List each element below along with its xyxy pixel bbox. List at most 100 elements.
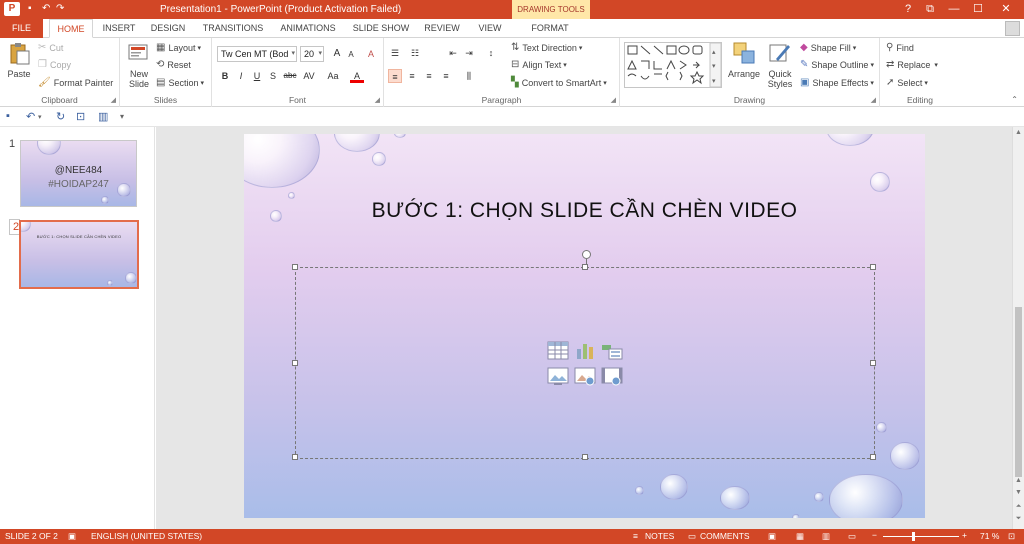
resize-handle[interactable] bbox=[870, 264, 876, 270]
insert-online-picture-icon[interactable] bbox=[574, 367, 596, 386]
current-slide[interactable]: BƯỚC 1: CHỌN SLIDE CẦN CHÈN VIDEO bbox=[244, 134, 925, 518]
tab-file[interactable]: FILE bbox=[0, 19, 43, 38]
tab-design[interactable]: DESIGN bbox=[146, 19, 190, 38]
slide-sorter-icon[interactable]: ▦ bbox=[796, 531, 804, 542]
font-color-button[interactable]: A bbox=[350, 69, 364, 83]
resize-handle[interactable] bbox=[582, 454, 588, 460]
arrange-button[interactable]: Arrange bbox=[726, 41, 762, 79]
avatar[interactable] bbox=[1005, 21, 1020, 36]
character-spacing-button[interactable]: AV bbox=[300, 69, 318, 83]
copy-button[interactable]: ❐ Copy bbox=[38, 59, 71, 70]
resize-handle[interactable] bbox=[870, 454, 876, 460]
quick-styles-button[interactable]: Quick Styles bbox=[762, 41, 798, 89]
tab-review[interactable]: REVIEW bbox=[420, 19, 464, 38]
italic-button[interactable]: I bbox=[234, 69, 248, 83]
help-button[interactable]: ? bbox=[898, 1, 918, 18]
tab-format[interactable]: FORMAT bbox=[525, 19, 575, 38]
vertical-scrollbar[interactable]: ▲ ▲ ▼ ⏶ ⏷ bbox=[1012, 127, 1024, 529]
strikethrough-button[interactable]: abc bbox=[282, 69, 298, 83]
undo-dropdown-icon[interactable]: ▾ bbox=[38, 113, 42, 121]
grow-font-button[interactable]: A bbox=[330, 47, 344, 61]
text-direction-button[interactable]: ⇅ Text Direction ▾ bbox=[511, 42, 582, 53]
tab-insert[interactable]: INSERT bbox=[98, 19, 140, 38]
zoom-slider-thumb[interactable] bbox=[912, 532, 915, 541]
convert-smartart-button[interactable]: ▚ Convert to SmartArt ▾ bbox=[511, 77, 607, 88]
numbering-icon[interactable]: ☷ bbox=[408, 46, 422, 60]
line-spacing-icon[interactable]: ↕ bbox=[484, 46, 498, 60]
zoom-in-icon[interactable]: + bbox=[962, 530, 967, 540]
shapes-gallery[interactable]: ▴ ▾ ▾ bbox=[624, 42, 722, 88]
notes-button[interactable]: NOTES bbox=[645, 531, 674, 541]
reading-view-icon[interactable]: ▥ bbox=[822, 531, 830, 542]
resize-handle[interactable] bbox=[582, 264, 588, 270]
resize-handle[interactable] bbox=[292, 454, 298, 460]
shape-fill-button[interactable]: ◆ Shape Fill ▾ bbox=[800, 42, 856, 53]
layout-button[interactable]: ▦ Layout ▾ bbox=[156, 42, 201, 53]
close-button[interactable]: ✕ bbox=[996, 1, 1016, 18]
dialog-launcher-icon[interactable]: ◢ bbox=[111, 96, 116, 104]
tab-slide-show[interactable]: SLIDE SHOW bbox=[350, 19, 412, 38]
insert-video-icon[interactable] bbox=[601, 367, 623, 386]
tab-transitions[interactable]: TRANSITIONS bbox=[198, 19, 268, 38]
text-shadow-button[interactable]: S bbox=[266, 69, 280, 83]
redo-icon[interactable]: ↷ bbox=[56, 3, 64, 14]
slide-thumbnail-2[interactable]: BƯỚC 1: CHỌN SLIDE CẦN CHÈN VIDEO bbox=[19, 220, 139, 289]
normal-view-icon[interactable]: ▣ bbox=[768, 531, 776, 542]
scroll-down-icon[interactable]: ▼ bbox=[1013, 489, 1024, 501]
save-icon[interactable]: ▪ bbox=[28, 3, 32, 14]
tab-animations[interactable]: ANIMATIONS bbox=[274, 19, 342, 38]
content-placeholder[interactable] bbox=[292, 250, 876, 460]
insert-chart-icon[interactable] bbox=[574, 341, 596, 360]
fit-slide-icon[interactable]: ⊡ bbox=[1008, 531, 1015, 542]
next-slide-icon[interactable]: ⏷ bbox=[1013, 515, 1024, 527]
font-size-dropdown[interactable]: 20 ▾ bbox=[300, 46, 324, 62]
language-indicator[interactable]: ENGLISH (UNITED STATES) bbox=[91, 531, 202, 541]
new-slide-button[interactable]: New Slide bbox=[124, 41, 154, 89]
increase-indent-icon[interactable]: ⇥ bbox=[462, 46, 476, 60]
undo-icon[interactable]: ↶ bbox=[42, 3, 50, 14]
customize-qat-icon[interactable]: ▾ bbox=[120, 112, 124, 121]
undo-icon[interactable]: ↶ bbox=[26, 110, 35, 123]
select-button[interactable]: ➚ Select ▾ bbox=[886, 77, 928, 88]
replace-button[interactable]: ⇄ Replace ▾ bbox=[886, 59, 938, 70]
rotate-handle[interactable] bbox=[582, 250, 591, 259]
align-right-icon[interactable]: ≡ bbox=[422, 69, 436, 83]
resize-handle[interactable] bbox=[292, 264, 298, 270]
scrollbar-thumb[interactable] bbox=[1015, 307, 1022, 477]
decrease-indent-icon[interactable]: ⇤ bbox=[446, 46, 460, 60]
align-text-button[interactable]: ⊟ Align Text ▾ bbox=[511, 59, 567, 70]
maximize-button[interactable]: ☐ bbox=[968, 1, 988, 18]
insert-picture-icon[interactable] bbox=[547, 367, 569, 386]
tab-view[interactable]: VIEW bbox=[472, 19, 508, 38]
shrink-font-button[interactable]: A bbox=[344, 48, 358, 62]
cut-button[interactable]: ✂ Cut bbox=[38, 42, 63, 53]
change-case-button[interactable]: Aa bbox=[324, 69, 342, 83]
slide-thumbnail-1[interactable]: @NEE484 #HOIDAP247 bbox=[20, 140, 137, 207]
zoom-slider[interactable] bbox=[883, 536, 959, 537]
underline-button[interactable]: U bbox=[250, 69, 264, 83]
slide-show-icon[interactable]: ▭ bbox=[848, 531, 856, 542]
spell-check-icon[interactable]: ▣ bbox=[68, 531, 76, 542]
collapse-ribbon-icon[interactable]: ⌃ bbox=[1011, 95, 1018, 104]
find-button[interactable]: ⚲ Find bbox=[886, 42, 914, 53]
font-name-dropdown[interactable]: Tw Cen MT (Bod ▾ bbox=[217, 46, 297, 62]
insert-smartart-icon[interactable] bbox=[601, 341, 623, 360]
resize-handle[interactable] bbox=[292, 360, 298, 366]
redo-icon[interactable]: ↻ bbox=[56, 110, 65, 123]
insert-table-icon[interactable] bbox=[547, 341, 569, 360]
align-left-icon[interactable]: ≡ bbox=[388, 69, 402, 83]
minimize-button[interactable]: — bbox=[944, 1, 964, 18]
previous-slide-icon[interactable]: ⏶ bbox=[1013, 503, 1024, 515]
dialog-launcher-icon[interactable]: ◢ bbox=[871, 96, 876, 104]
paste-button[interactable]: Paste bbox=[4, 41, 34, 79]
slide-title[interactable]: BƯỚC 1: CHỌN SLIDE CẦN CHÈN VIDEO bbox=[244, 199, 925, 223]
touch-mode-icon[interactable]: ▥ bbox=[98, 110, 108, 123]
bold-button[interactable]: B bbox=[218, 69, 232, 83]
justify-icon[interactable]: ≡ bbox=[439, 69, 453, 83]
dialog-launcher-icon[interactable]: ◢ bbox=[375, 96, 380, 104]
ribbon-display-options-button[interactable]: ⧉ bbox=[920, 1, 940, 18]
comments-button[interactable]: COMMENTS bbox=[700, 531, 750, 541]
section-button[interactable]: ▤ Section ▾ bbox=[156, 77, 204, 88]
zoom-out-icon[interactable]: − bbox=[872, 530, 877, 540]
format-painter-button[interactable]: 🖌 Format Painter bbox=[38, 77, 113, 88]
